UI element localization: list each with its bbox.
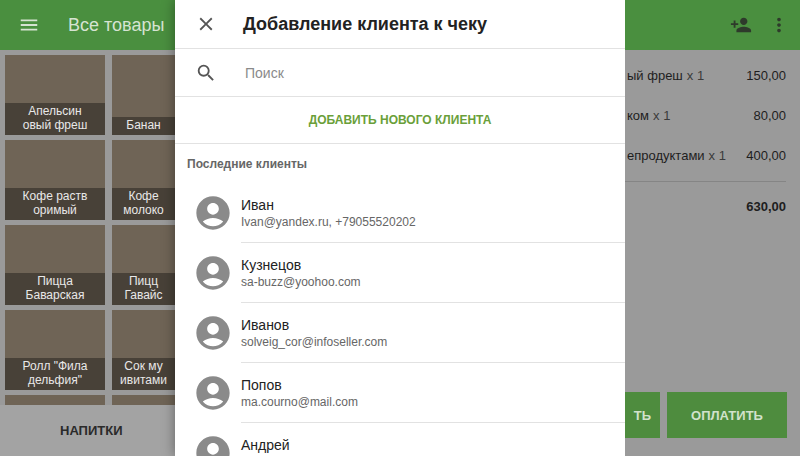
pos-screen: Все товары Апельсиновый фреш Банан Кофе рас… [0, 0, 800, 456]
item-amount: 400,00 [746, 148, 786, 163]
product-label: Кофе растворимый [5, 188, 105, 220]
avatar-icon [193, 433, 233, 456]
avatar-icon [193, 253, 233, 293]
client-contact: Ivan@yandex.ru, +79055520202 [241, 215, 625, 230]
product-label: Банан [112, 117, 175, 135]
receipt-row[interactable]: ком x 1 80,00 [625, 95, 800, 135]
product-tile[interactable]: ПиццГавайс [112, 225, 175, 305]
product-tile[interactable]: Апельсиновый фреш [5, 55, 105, 135]
product-tile[interactable]: ПиццаБаварская [5, 225, 105, 305]
category-tab[interactable]: НАПИТКИ [0, 405, 175, 456]
avatar-icon [193, 373, 233, 413]
item-qty: x 1 [653, 108, 670, 123]
receipt-button[interactable]: ТЬ [625, 392, 660, 438]
product-label: Сок муивитами [112, 358, 175, 390]
avatar-icon [193, 193, 233, 233]
products-pane: Все товары Апельсиновый фреш Банан Кофе рас… [0, 0, 175, 456]
product-tile[interactable]: Ролл "Филадельфия" [5, 310, 105, 390]
product-label: ПиццГавайс [112, 273, 175, 305]
menu-icon[interactable] [18, 14, 40, 36]
receipt-buttons: ТЬОПЛАТИТЬ [625, 392, 800, 438]
top-bar-actions [625, 0, 800, 50]
more-icon[interactable] [768, 14, 790, 36]
client-contact: ma.courno@mail.com [241, 395, 625, 410]
section-header: Последние клиенты [175, 144, 625, 183]
client-row[interactable]: Ивановsolveig_cor@infoseller.com [175, 303, 625, 363]
client-text: Кузнецовsa-buzz@yoohoo.com [241, 243, 625, 303]
client-row[interactable]: Андрей [175, 423, 625, 456]
receipt-row[interactable]: епродуктами x 1 400,00 [625, 135, 800, 175]
client-text: Андрей [241, 423, 625, 456]
product-tile[interactable] [112, 395, 175, 405]
receipt-button[interactable]: ОПЛАТИТЬ [667, 392, 787, 438]
search-row [175, 49, 625, 97]
catalog-title[interactable]: Все товары [68, 15, 164, 36]
client-contact: sa-buzz@yoohoo.com [241, 275, 625, 290]
product-grid: Апельсиновый фреш Банан Кофе растворимыйКо… [0, 50, 175, 405]
product-label: Ролл "Филадельфия" [5, 358, 105, 390]
total-amount: 630,00 [746, 199, 786, 214]
product-label: Апельсиновый фреш [5, 103, 105, 135]
item-qty: x 1 [687, 68, 704, 83]
item-name: ый фреш [627, 68, 683, 83]
item-qty: x 1 [709, 148, 726, 163]
product-tile[interactable] [5, 395, 105, 405]
search-input[interactable] [243, 64, 625, 82]
client-row[interactable]: Поповma.courno@mail.com [175, 363, 625, 423]
receipt-pane: ый фреш x 1 150,00 ком x 1 80,00 епродуктами x … [625, 0, 800, 456]
item-amount: 150,00 [746, 68, 786, 83]
client-text: Ивановsolveig_cor@infoseller.com [241, 303, 625, 363]
product-tile[interactable]: Кофемолоко [112, 140, 175, 220]
item-name: ком [627, 108, 649, 123]
top-bar: Все товары [0, 0, 175, 50]
total-row: 630,00 [625, 186, 800, 226]
add-client-dialog: Добавление клиента к чеку ДОБАВИТЬ НОВОГО… [175, 0, 625, 456]
client-contact: solveig_cor@infoseller.com [241, 335, 625, 350]
product-tile[interactable]: Банан [112, 55, 175, 135]
product-tile[interactable]: Сок муивитами [112, 310, 175, 390]
product-label: ПиццаБаварская [5, 273, 105, 305]
search-icon [195, 62, 217, 84]
client-row[interactable]: ИванIvan@yandex.ru, +79055520202 [175, 183, 625, 243]
client-name: Андрей [241, 437, 625, 454]
client-name: Попов [241, 377, 625, 394]
client-name: Иван [241, 197, 625, 214]
client-text: Поповma.courno@mail.com [241, 363, 625, 423]
dialog-title: Добавление клиента к чеку [243, 14, 487, 35]
close-icon[interactable] [195, 13, 217, 35]
client-row[interactable]: Кузнецовsa-buzz@yoohoo.com [175, 243, 625, 303]
item-name: епродуктами [627, 148, 705, 163]
total-divider [625, 181, 786, 182]
add-client-button[interactable]: ДОБАВИТЬ НОВОГО КЛИЕНТА [175, 97, 625, 144]
avatar-icon [193, 313, 233, 353]
product-label: Кофемолоко [112, 188, 175, 220]
dialog-header: Добавление клиента к чеку [175, 0, 625, 49]
client-text: ИванIvan@yandex.ru, +79055520202 [241, 183, 625, 243]
receipt-row[interactable]: ый фреш x 1 150,00 [625, 55, 800, 95]
client-name: Кузнецов [241, 257, 625, 274]
item-amount: 80,00 [753, 108, 786, 123]
client-name: Иванов [241, 317, 625, 334]
add-person-icon[interactable] [730, 14, 752, 36]
product-tile[interactable]: Кофе растворимый [5, 140, 105, 220]
